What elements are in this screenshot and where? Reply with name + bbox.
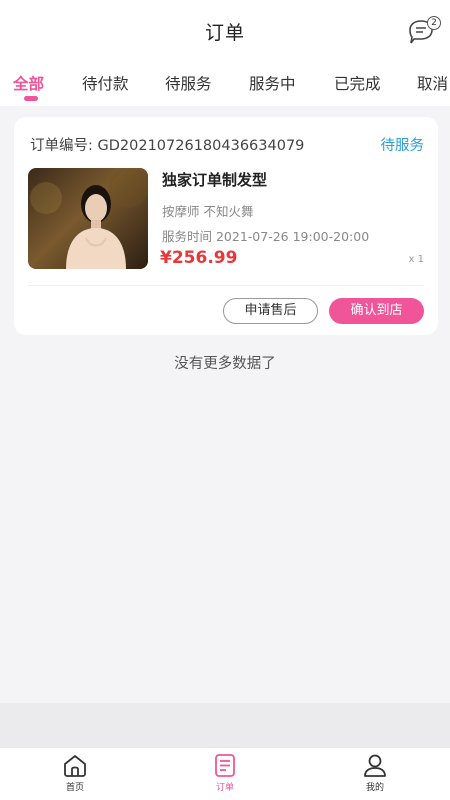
tab-pending-payment[interactable]: 待付款 [82, 72, 129, 94]
home-icon [64, 755, 86, 777]
user-icon [364, 754, 386, 777]
nav-profile-label: 我的 [365, 783, 384, 793]
tab-pending-service[interactable]: 待服务 [165, 72, 212, 94]
nav-home-label: 首页 [65, 783, 84, 793]
order-price: ¥256.99 [160, 248, 238, 268]
product-image [28, 168, 148, 269]
product-name: 独家订单制发型 [162, 171, 268, 189]
message-count-badge: 2 [427, 16, 441, 30]
card-divider [28, 285, 424, 286]
request-after-sale-button[interactable]: 申请售后 [223, 298, 318, 324]
order-status-tabs: 全部 待付款 待服务 服务中 已完成 取消 [0, 62, 450, 106]
top-bar: 订单 2 [0, 0, 450, 62]
active-tab-indicator [24, 96, 38, 101]
order-quantity: x 1 [408, 254, 424, 265]
order-icon [215, 754, 235, 777]
order-status: 待服务 [380, 138, 425, 154]
tab-completed[interactable]: 已完成 [334, 72, 381, 94]
nav-orders-label: 订单 [215, 783, 234, 793]
service-time: 服务时间 2021-07-26 19:00-20:00 [162, 229, 370, 244]
list-end-message: 没有更多数据了 [174, 356, 276, 372]
message-button[interactable]: 2 [406, 16, 442, 48]
nav-home[interactable]: 首页 [45, 753, 105, 799]
nav-orders[interactable]: 订单 [195, 753, 255, 799]
bottom-navigation: 首页 订单 我的 [0, 747, 450, 800]
confirm-arrival-button[interactable]: 确认到店 [329, 298, 424, 324]
therapist-name: 按摩师 不知火舞 [162, 204, 254, 219]
nav-profile[interactable]: 我的 [345, 753, 405, 799]
bottom-spacer [0, 703, 450, 747]
order-card[interactable]: 订单编号: GD20210726180436634079 待服务 独家订单制发型… [14, 117, 438, 335]
tab-in-service[interactable]: 服务中 [249, 72, 296, 94]
page-title: 订单 [204, 21, 245, 44]
tab-all[interactable]: 全部 [13, 72, 44, 94]
order-number: 订单编号: GD20210726180436634079 [30, 138, 305, 154]
tab-cancelled[interactable]: 取消 [417, 72, 448, 94]
